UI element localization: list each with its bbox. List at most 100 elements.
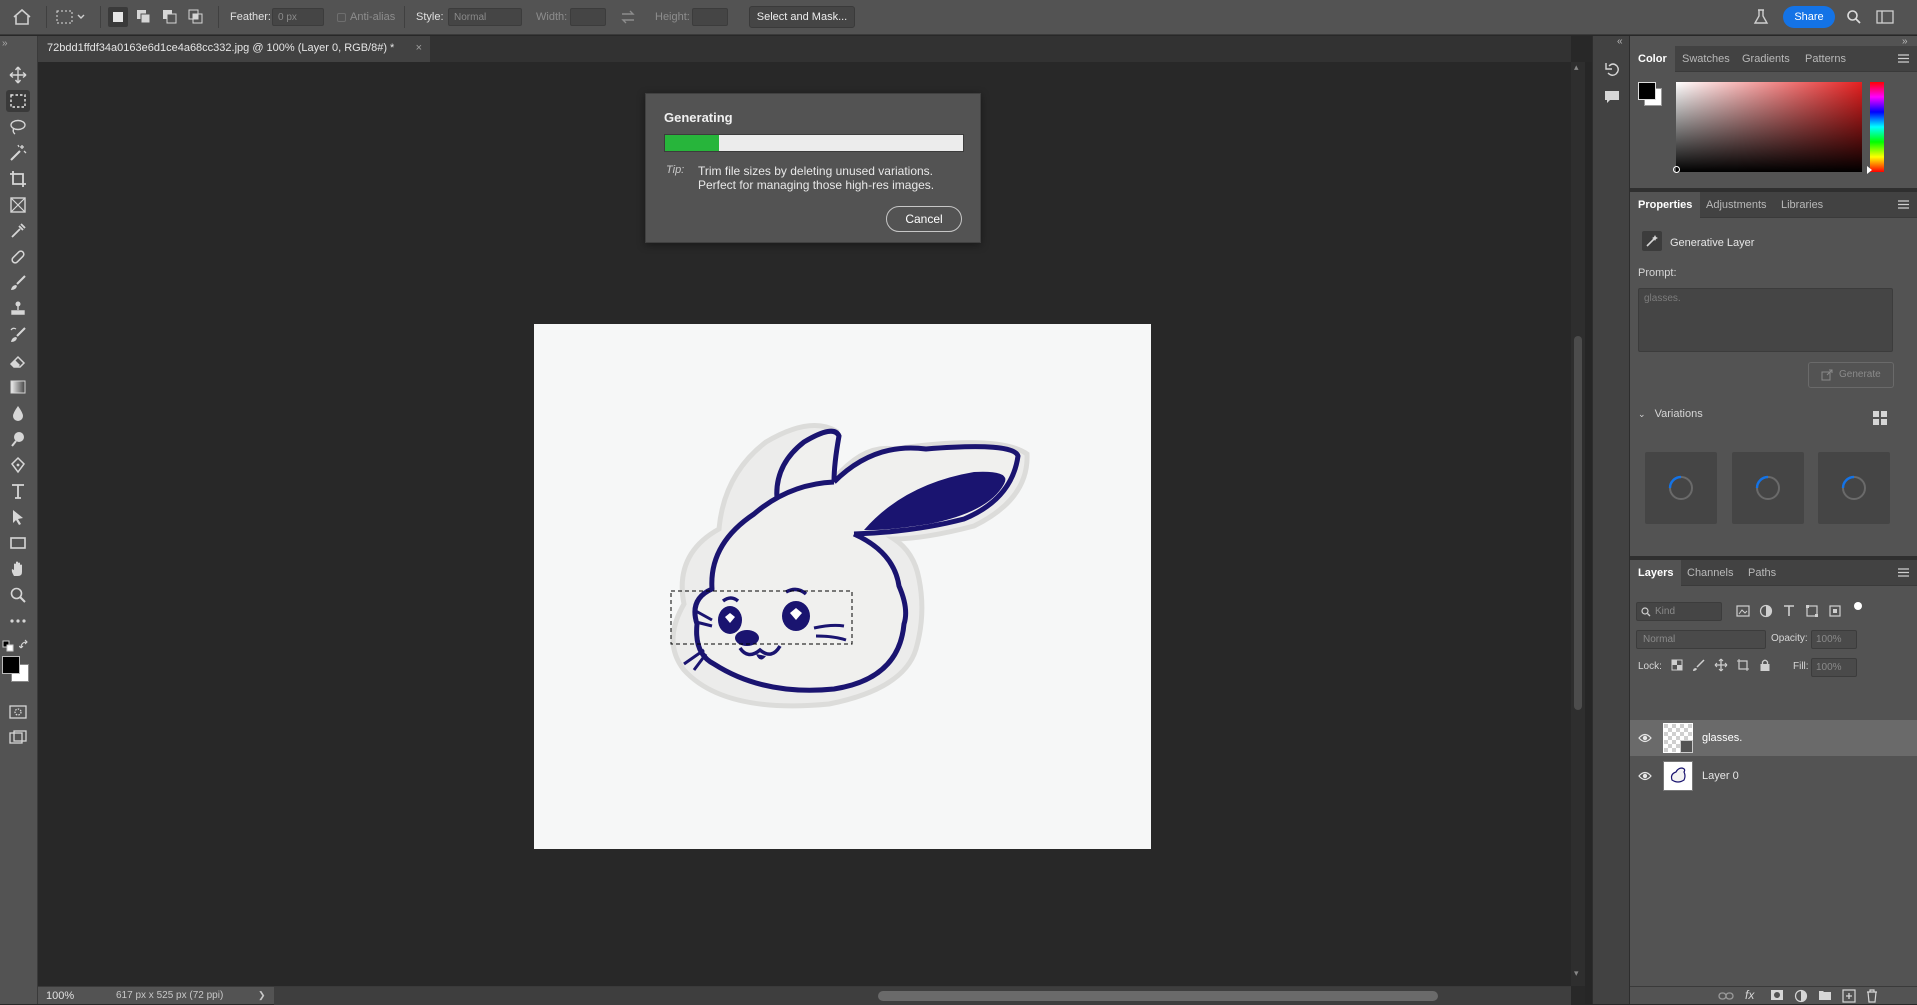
- color-picker-handle[interactable]: [1673, 166, 1680, 173]
- marquee-preset-icon[interactable]: [56, 9, 86, 25]
- workspace-icon[interactable]: [1876, 9, 1894, 25]
- link-layers-icon[interactable]: [1718, 990, 1734, 1002]
- lock-artboard-icon[interactable]: [1736, 658, 1750, 672]
- screen-mode-icon[interactable]: [6, 727, 30, 749]
- add-mask-icon[interactable]: [1770, 989, 1784, 1001]
- scroll-down-icon[interactable]: ▾: [1574, 968, 1579, 979]
- blend-mode-select[interactable]: Normal: [1636, 630, 1766, 649]
- tab-paths[interactable]: Paths: [1740, 560, 1784, 586]
- filter-smart-object-icon[interactable]: [1828, 604, 1842, 618]
- panel-menu-icon[interactable]: [1898, 200, 1909, 209]
- tab-libraries[interactable]: Libraries: [1773, 192, 1831, 218]
- hand-tool-icon[interactable]: [6, 558, 30, 580]
- new-selection-icon[interactable]: [108, 7, 128, 27]
- move-tool-icon[interactable]: [6, 64, 30, 86]
- tab-channels[interactable]: Channels: [1679, 560, 1741, 586]
- vertical-scrollbar[interactable]: ▴ ▾: [1571, 62, 1585, 986]
- eyedropper-tool-icon[interactable]: [6, 220, 30, 242]
- prompt-input[interactable]: glasses.: [1638, 288, 1893, 352]
- path-selection-tool-icon[interactable]: [6, 506, 30, 528]
- tab-patterns[interactable]: Patterns: [1797, 46, 1854, 72]
- fx-icon[interactable]: fx: [1745, 988, 1754, 1002]
- crop-tool-icon[interactable]: [6, 168, 30, 190]
- intersect-selection-icon[interactable]: [186, 7, 206, 27]
- document-canvas[interactable]: [534, 324, 1151, 849]
- variations-header[interactable]: ⌄ Variations: [1638, 408, 1703, 420]
- scroll-up-icon[interactable]: ▴: [1574, 62, 1579, 73]
- layer-filter-input[interactable]: Kind: [1636, 602, 1722, 621]
- visibility-eye-icon[interactable]: [1638, 770, 1652, 782]
- history-brush-tool-icon[interactable]: [6, 324, 30, 346]
- zoom-tool-icon[interactable]: [6, 584, 30, 606]
- history-panel-icon[interactable]: [1603, 60, 1621, 78]
- visibility-eye-icon[interactable]: [1638, 732, 1652, 744]
- layer-row-layer-0[interactable]: Layer 0: [1630, 758, 1917, 794]
- generate-button[interactable]: Generate: [1808, 362, 1894, 388]
- status-menu-icon[interactable]: ❯: [258, 990, 266, 1001]
- blur-tool-icon[interactable]: [6, 402, 30, 424]
- brush-tool-icon[interactable]: [6, 272, 30, 294]
- style-select[interactable]: Normal: [448, 8, 522, 26]
- filter-pixel-icon[interactable]: [1736, 604, 1750, 618]
- vertical-scroll-thumb[interactable]: [1574, 336, 1582, 710]
- add-selection-icon[interactable]: [134, 7, 154, 27]
- tab-color[interactable]: Color: [1630, 46, 1675, 72]
- lock-position-icon[interactable]: [1714, 658, 1728, 672]
- lock-all-icon[interactable]: [1758, 658, 1772, 672]
- filter-toggle-icon[interactable]: [1854, 602, 1862, 610]
- variation-thumbnail-2[interactable]: [1732, 452, 1804, 524]
- swap-width-height-icon[interactable]: [620, 9, 636, 25]
- panel-menu-icon[interactable]: [1898, 54, 1909, 63]
- close-tab-icon[interactable]: ×: [416, 42, 422, 54]
- stamp-tool-icon[interactable]: [6, 298, 30, 320]
- hue-slider[interactable]: [1870, 82, 1884, 172]
- new-layer-icon[interactable]: [1842, 989, 1856, 1003]
- variation-thumbnail-3[interactable]: [1818, 452, 1890, 524]
- pen-tool-icon[interactable]: [6, 454, 30, 476]
- select-and-mask-button[interactable]: Select and Mask...: [749, 6, 855, 28]
- filter-shape-icon[interactable]: [1805, 604, 1819, 618]
- adjustment-layer-icon[interactable]: [1794, 989, 1808, 1003]
- swap-colors-icon[interactable]: [19, 639, 31, 651]
- share-button[interactable]: Share: [1783, 6, 1835, 28]
- fill-input[interactable]: 100%: [1811, 658, 1857, 677]
- comments-panel-icon[interactable]: [1603, 88, 1621, 106]
- gradient-tool-icon[interactable]: [6, 376, 30, 398]
- more-tools-icon[interactable]: [6, 610, 30, 632]
- frame-tool-icon[interactable]: [6, 194, 30, 216]
- layer-name[interactable]: glasses.: [1702, 732, 1742, 744]
- document-tab[interactable]: 72bdd1ffdf34a0163e6d1ce4a68cc332.jpg @ 1…: [38, 36, 430, 62]
- marquee-tool-icon[interactable]: [6, 90, 30, 112]
- flask-icon[interactable]: [1752, 8, 1770, 26]
- collapse-toolbar-icon[interactable]: »: [2, 38, 8, 49]
- hue-slider-handle[interactable]: [1867, 166, 1872, 174]
- color-foreground-swatch[interactable]: [1638, 82, 1656, 100]
- new-group-icon[interactable]: [1818, 989, 1832, 1001]
- eraser-tool-icon[interactable]: [6, 350, 30, 372]
- dodge-tool-icon[interactable]: [6, 428, 30, 450]
- anti-alias-checkbox[interactable]: [337, 13, 346, 22]
- tab-layers[interactable]: Layers: [1630, 560, 1682, 586]
- home-icon[interactable]: [12, 8, 32, 26]
- panel-menu-icon[interactable]: [1898, 568, 1909, 577]
- width-input[interactable]: [570, 8, 606, 26]
- layer-row-glasses[interactable]: glasses.: [1630, 720, 1917, 756]
- color-field[interactable]: [1673, 82, 1862, 173]
- lock-transparent-icon[interactable]: [1670, 658, 1684, 672]
- horizontal-scroll-thumb[interactable]: [878, 991, 1438, 1001]
- subtract-selection-icon[interactable]: [160, 7, 180, 27]
- cancel-button[interactable]: Cancel: [886, 206, 962, 232]
- tab-properties[interactable]: Properties: [1630, 192, 1701, 218]
- zoom-level[interactable]: 100%: [46, 990, 74, 1002]
- collapse-strip-icon[interactable]: «: [1617, 36, 1623, 47]
- horizontal-scrollbar[interactable]: [274, 987, 1571, 1005]
- magic-wand-tool-icon[interactable]: [6, 142, 30, 164]
- layer-name[interactable]: Layer 0: [1702, 770, 1739, 782]
- grid-view-icon[interactable]: [1873, 411, 1887, 425]
- foreground-color-swatch[interactable]: [2, 656, 20, 674]
- lock-pixels-icon[interactable]: [1692, 658, 1706, 672]
- variation-thumbnail-1[interactable]: [1645, 452, 1717, 524]
- filter-type-icon[interactable]: [1782, 604, 1796, 618]
- rectangle-tool-icon[interactable]: [6, 532, 30, 554]
- search-icon[interactable]: [1846, 9, 1862, 25]
